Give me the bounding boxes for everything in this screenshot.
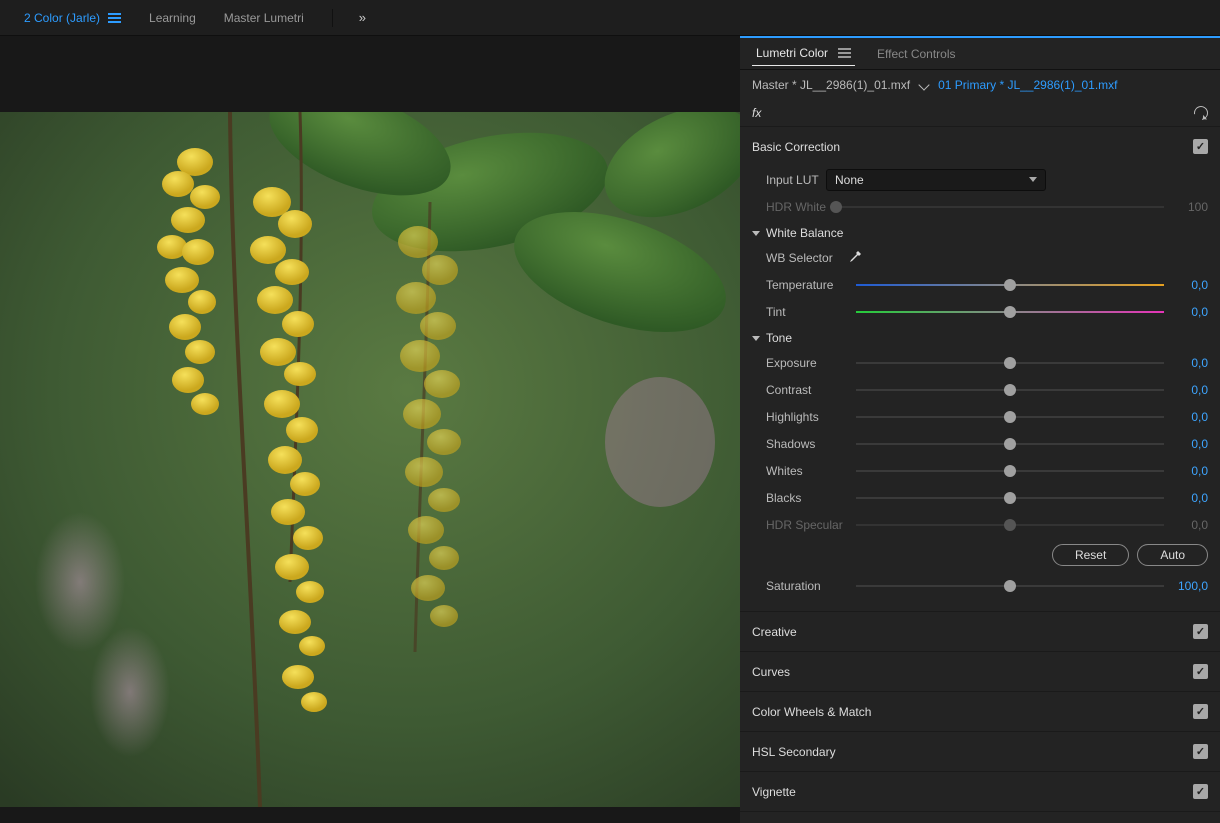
label-contrast: Contrast bbox=[766, 383, 846, 397]
slider-whites[interactable] bbox=[856, 465, 1164, 477]
fx-label: fx bbox=[752, 106, 761, 120]
slider-hdr-white bbox=[836, 201, 1164, 213]
row-hdr-specular: HDR Specular 0,0 bbox=[752, 511, 1208, 538]
clip-sequence-label[interactable]: 01 Primary * JL__2986(1)_01.mxf bbox=[938, 78, 1117, 92]
section-hsl-secondary: HSL Secondary✓ bbox=[740, 732, 1220, 772]
subhead-white-balance[interactable]: White Balance bbox=[752, 226, 1208, 240]
row-saturation: Saturation 100,0 bbox=[752, 572, 1208, 599]
preview-image bbox=[0, 112, 740, 807]
workspace-menu-icon[interactable] bbox=[108, 13, 121, 23]
checkbox-icon[interactable]: ✓ bbox=[1193, 704, 1208, 719]
value-exposure[interactable]: 0,0 bbox=[1174, 356, 1208, 370]
caret-down-icon bbox=[752, 231, 760, 236]
slider-saturation[interactable] bbox=[856, 580, 1164, 592]
section-body-basic: Input LUT None HDR White 100 White Balan… bbox=[740, 166, 1220, 611]
slider-contrast[interactable] bbox=[856, 384, 1164, 396]
row-whites: Whites 0,0 bbox=[752, 457, 1208, 484]
slider-exposure[interactable] bbox=[856, 357, 1164, 369]
panel-tabs: Lumetri Color Effect Controls bbox=[740, 38, 1220, 70]
eyedropper-icon[interactable] bbox=[846, 249, 864, 267]
value-contrast[interactable]: 0,0 bbox=[1174, 383, 1208, 397]
tab-effect-controls[interactable]: Effect Controls bbox=[873, 43, 959, 65]
label-highlights: Highlights bbox=[766, 410, 846, 424]
section-vignette: Vignette✓ bbox=[740, 772, 1220, 812]
tab-lumetri-color[interactable]: Lumetri Color bbox=[752, 42, 855, 66]
section-color-wheels-match: Color Wheels & Match✓ bbox=[740, 692, 1220, 732]
section-creative: Creative✓ bbox=[740, 612, 1220, 652]
row-exposure: Exposure 0,0 bbox=[752, 349, 1208, 376]
lumetri-panel: Lumetri Color Effect Controls Master * J… bbox=[740, 36, 1220, 823]
slider-blacks[interactable] bbox=[856, 492, 1164, 504]
label-whites: Whites bbox=[766, 464, 846, 478]
row-temperature: Temperature 0,0 bbox=[752, 271, 1208, 298]
checkbox-icon[interactable]: ✓ bbox=[1193, 784, 1208, 799]
row-contrast: Contrast 0,0 bbox=[752, 376, 1208, 403]
slider-tint[interactable] bbox=[856, 306, 1164, 318]
reset-button[interactable]: Reset bbox=[1052, 544, 1129, 566]
content: Lumetri Color Effect Controls Master * J… bbox=[0, 36, 1220, 823]
section-header[interactable]: Creative✓ bbox=[740, 612, 1220, 651]
value-hdr specular: 0,0 bbox=[1174, 518, 1208, 532]
subhead-tone[interactable]: Tone bbox=[752, 331, 1208, 345]
row-wb-selector: WB Selector bbox=[752, 244, 1208, 271]
section-basic-correction: Basic Correction ✓ Input LUT None HDR Wh… bbox=[740, 127, 1220, 612]
label-shadows: Shadows bbox=[766, 437, 846, 451]
clip-master-label: Master * JL__2986(1)_01.mxf bbox=[752, 78, 910, 92]
row-hdr-white: HDR White 100 bbox=[752, 193, 1208, 220]
slider-temperature[interactable] bbox=[856, 279, 1164, 291]
section-header[interactable]: HSL Secondary✓ bbox=[740, 732, 1220, 771]
value-whites[interactable]: 0,0 bbox=[1174, 464, 1208, 478]
workspace-tab-learning[interactable]: Learning bbox=[135, 5, 210, 31]
workspace-tab-master-lumetri[interactable]: Master Lumetri bbox=[210, 5, 318, 31]
row-shadows: Shadows 0,0 bbox=[752, 430, 1208, 457]
section-header[interactable]: Vignette✓ bbox=[740, 772, 1220, 811]
label-blacks: Blacks bbox=[766, 491, 846, 505]
row-blacks: Blacks 0,0 bbox=[752, 484, 1208, 511]
checkbox-icon[interactable]: ✓ bbox=[1193, 664, 1208, 679]
panel-menu-icon[interactable] bbox=[838, 48, 851, 58]
dropdown-input-lut[interactable]: None bbox=[826, 169, 1046, 191]
slider-hdr specular bbox=[856, 519, 1164, 531]
section-header[interactable]: Color Wheels & Match✓ bbox=[740, 692, 1220, 731]
workspace-overflow-icon[interactable]: » bbox=[359, 10, 366, 25]
fx-row: fx bbox=[740, 100, 1220, 127]
section-header-basic[interactable]: Basic Correction ✓ bbox=[740, 127, 1220, 166]
slider-shadows[interactable] bbox=[856, 438, 1164, 450]
section-header[interactable]: Curves✓ bbox=[740, 652, 1220, 691]
checkbox-icon[interactable]: ✓ bbox=[1193, 744, 1208, 759]
auto-button[interactable]: Auto bbox=[1137, 544, 1208, 566]
checkbox-basic[interactable]: ✓ bbox=[1193, 139, 1208, 154]
value-highlights[interactable]: 0,0 bbox=[1174, 410, 1208, 424]
checkbox-icon[interactable]: ✓ bbox=[1193, 624, 1208, 639]
row-input-lut: Input LUT None bbox=[752, 166, 1208, 193]
workspace-bar: 2 Color (Jarle) Learning Master Lumetri … bbox=[0, 0, 1220, 36]
label-exposure: Exposure bbox=[766, 356, 846, 370]
clip-path: Master * JL__2986(1)_01.mxf 01 Primary *… bbox=[740, 70, 1220, 100]
tone-buttons: Reset Auto bbox=[752, 544, 1208, 566]
value-shadows[interactable]: 0,0 bbox=[1174, 437, 1208, 451]
workspace-tab-color[interactable]: 2 Color (Jarle) bbox=[10, 5, 135, 31]
label-hdr specular: HDR Specular bbox=[766, 518, 846, 532]
chevron-down-icon[interactable] bbox=[918, 79, 929, 90]
caret-down-icon bbox=[752, 336, 760, 341]
program-monitor bbox=[0, 36, 740, 823]
divider bbox=[332, 9, 333, 27]
reset-icon[interactable] bbox=[1191, 103, 1210, 122]
workspace-label: 2 Color (Jarle) bbox=[24, 11, 100, 25]
slider-highlights[interactable] bbox=[856, 411, 1164, 423]
row-tint: Tint 0,0 bbox=[752, 298, 1208, 325]
row-highlights: Highlights 0,0 bbox=[752, 403, 1208, 430]
section-curves: Curves✓ bbox=[740, 652, 1220, 692]
value-blacks[interactable]: 0,0 bbox=[1174, 491, 1208, 505]
